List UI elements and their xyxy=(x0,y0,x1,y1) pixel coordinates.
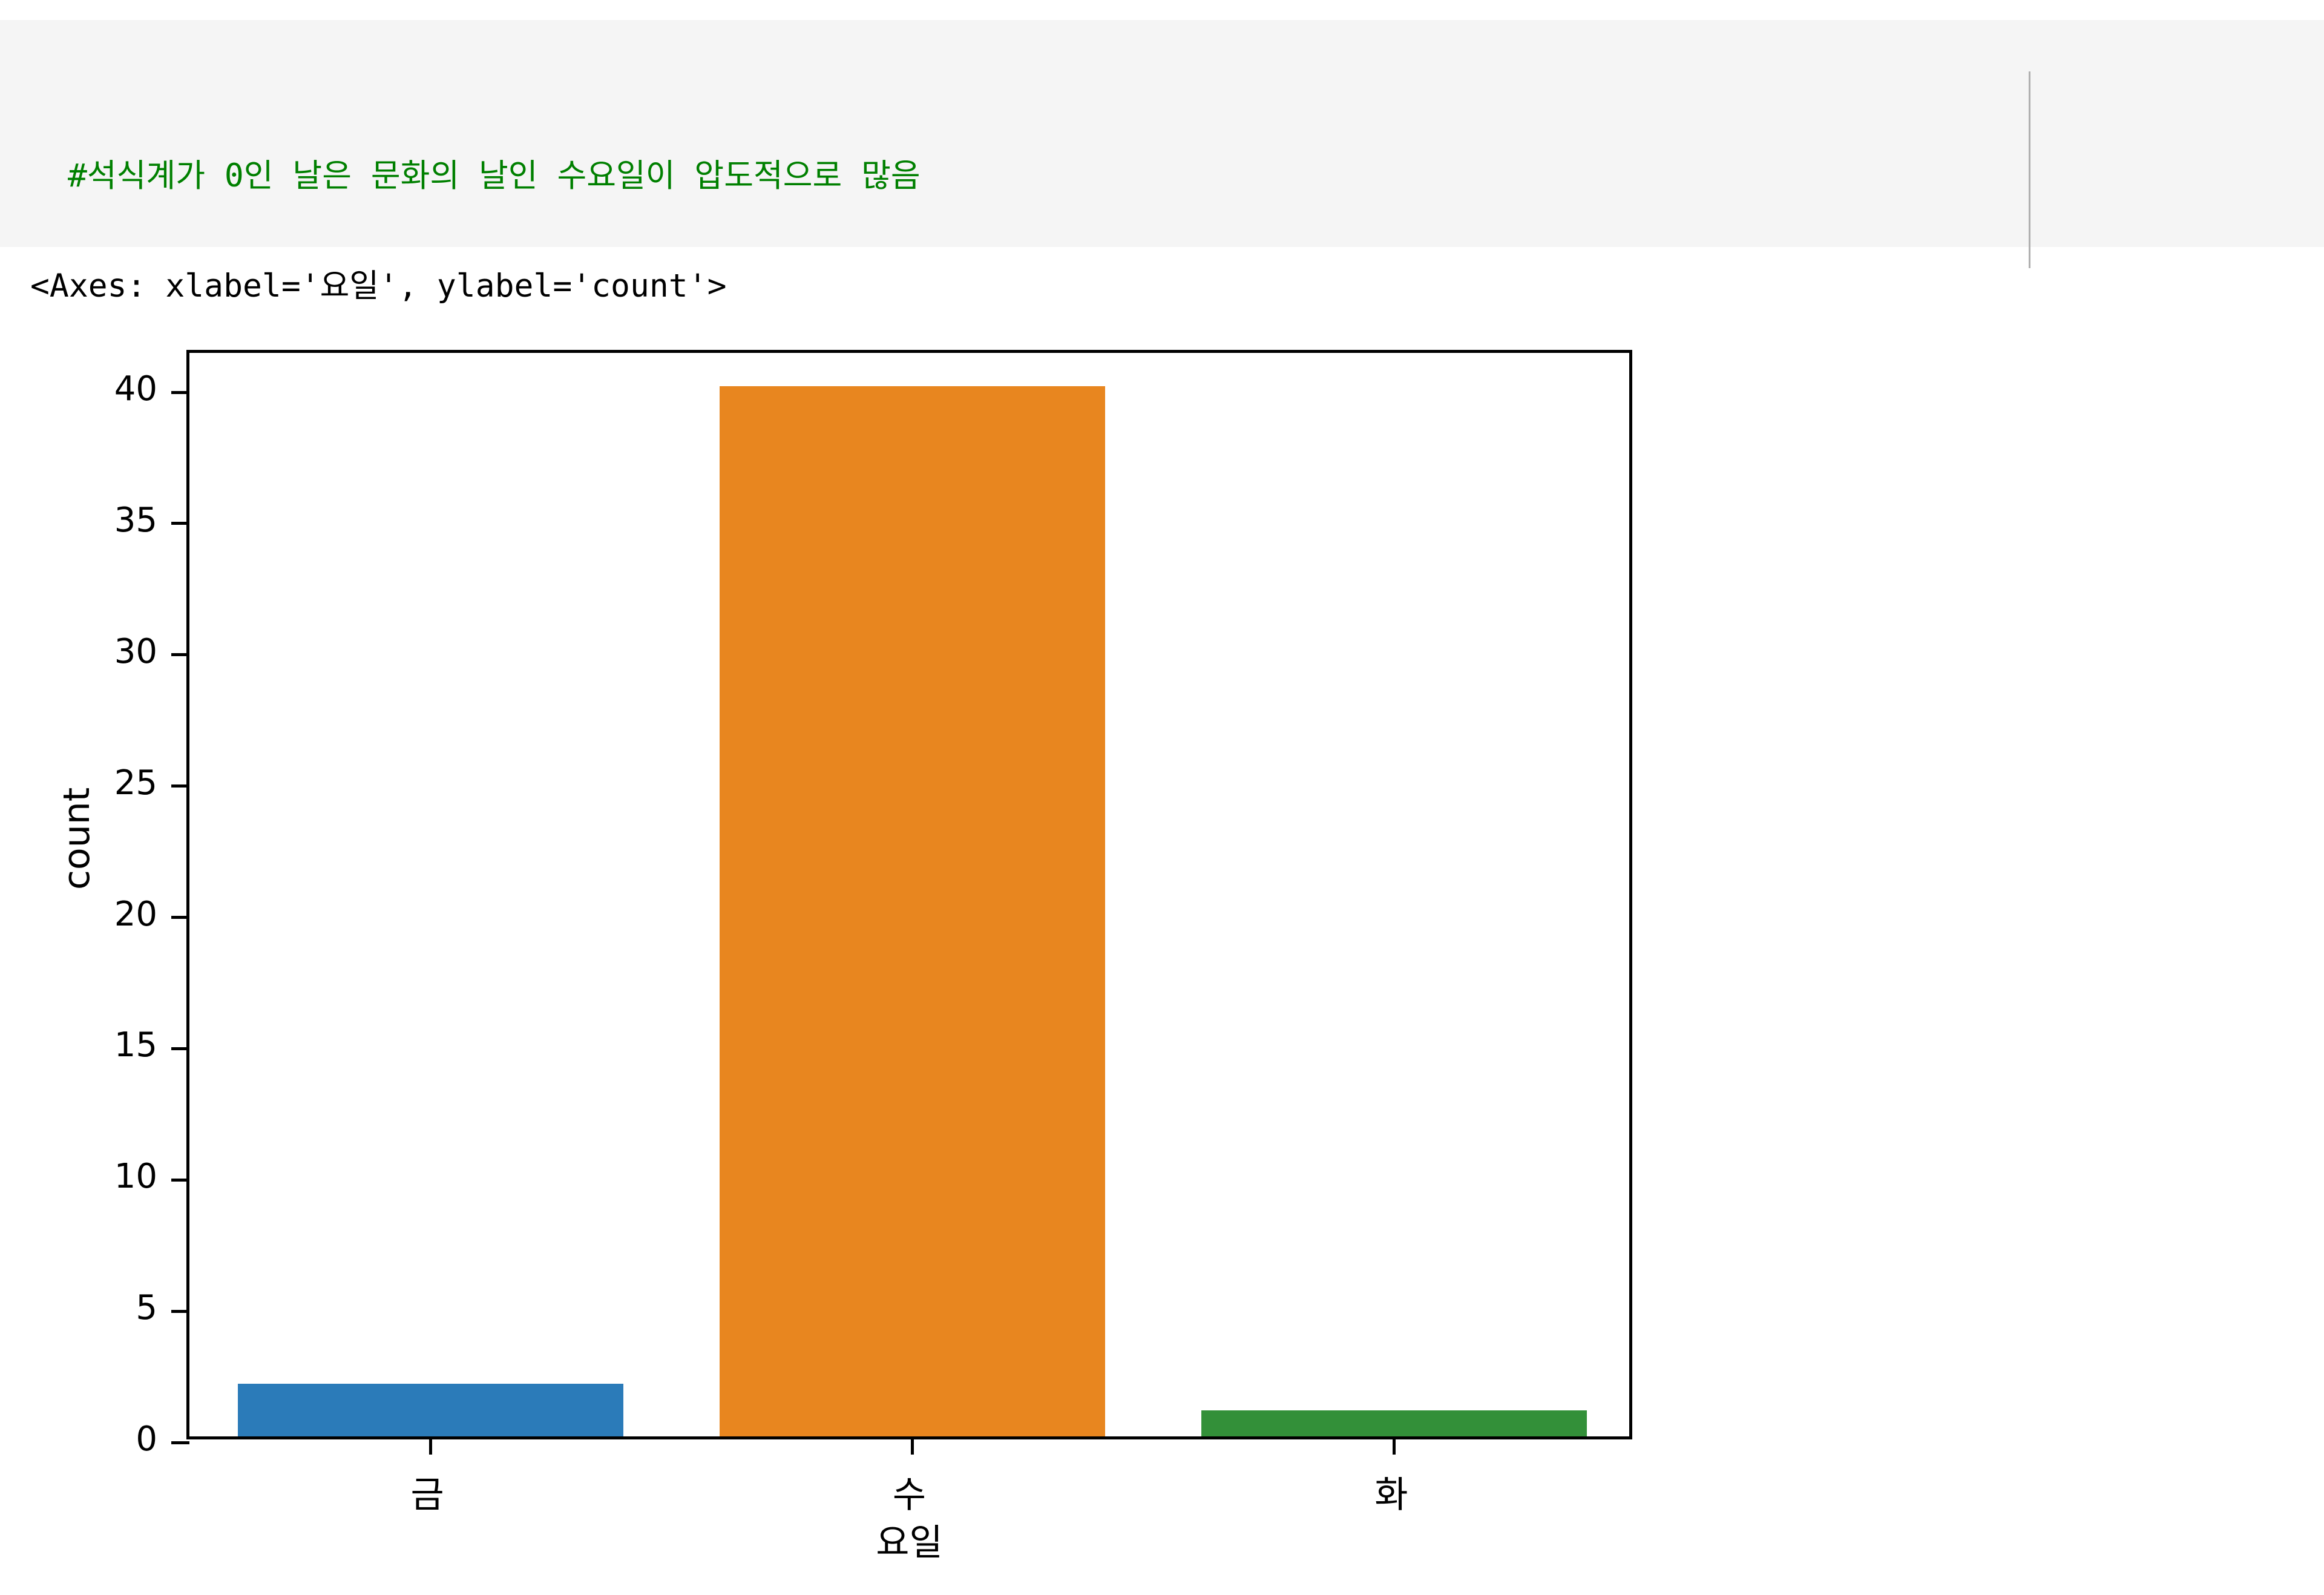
y-tick-mark xyxy=(171,522,189,525)
x-tick-label: 수 xyxy=(892,1474,927,1516)
y-tick-label: 25 xyxy=(114,763,157,803)
y-tick-mark xyxy=(171,1441,189,1444)
x-tick-label: 금 xyxy=(410,1474,444,1516)
y-tick-label: 5 xyxy=(136,1288,157,1328)
y-axis-label: count xyxy=(56,787,98,890)
y-tick-mark xyxy=(171,1309,189,1313)
code-token-comment: #석식계가 0인 날은 문화의 날인 수요일이 압도적으로 많음 xyxy=(68,157,921,194)
bars-layer xyxy=(189,353,1629,1436)
plot-axes-frame xyxy=(171,350,1632,1455)
y-tick-mark xyxy=(171,1178,189,1182)
x-tick-mark xyxy=(911,1436,914,1455)
x-tick-mark xyxy=(428,1436,432,1455)
cell-margin-guide-line xyxy=(2029,71,2030,268)
x-tick-mark xyxy=(1393,1436,1396,1455)
y-tick-label: 30 xyxy=(114,631,157,671)
bar-수 xyxy=(719,386,1106,1436)
y-tick-mark xyxy=(171,653,189,657)
code-line-1: #석식계가 0인 날은 문화의 날인 수요일이 압도적으로 많음 xyxy=(68,148,1788,204)
y-tick-label: 40 xyxy=(114,369,157,409)
y-tick-label: 20 xyxy=(114,894,157,934)
cell-text-output: <Axes: xlabel='요일', ylabel='count'> xyxy=(30,268,727,304)
y-tick-label: 35 xyxy=(114,500,157,540)
y-tick-label: 0 xyxy=(136,1419,157,1459)
y-tick-mark xyxy=(171,390,189,394)
notebook-code-cell[interactable]: #석식계가 0인 날은 문화의 날인 수요일이 압도적으로 많음 dinner_… xyxy=(0,20,2324,528)
y-tick-label: 10 xyxy=(114,1157,157,1197)
y-tick-label: 15 xyxy=(114,1025,157,1065)
bar-화 xyxy=(1201,1410,1587,1436)
bar-금 xyxy=(237,1384,623,1436)
x-axis-label: 요일 xyxy=(876,1522,943,1564)
y-tick-mark xyxy=(171,784,189,788)
matplotlib-figure: count 요일 0 5 10 15 20 25 30 35 40 금 수 화 xyxy=(0,315,1816,1595)
x-tick-label: 화 xyxy=(1374,1474,1408,1516)
y-tick-mark xyxy=(171,1047,189,1050)
y-tick-mark xyxy=(171,916,189,919)
